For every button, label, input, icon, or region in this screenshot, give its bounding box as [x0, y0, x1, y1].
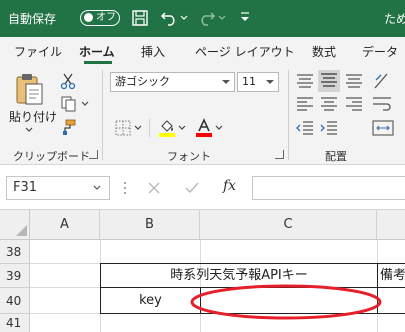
column-headers: A B C — [0, 210, 405, 240]
divider — [149, 119, 150, 137]
fill-color-dropdown-icon[interactable] — [178, 125, 186, 131]
undo-dropdown-icon[interactable] — [180, 15, 188, 21]
autosave-label: 自動保存 — [8, 12, 57, 26]
undo-icon[interactable] — [160, 9, 178, 27]
autosave-toggle[interactable]: オフ — [80, 10, 120, 26]
clipboard-group: 貼り付け クリップボード — [0, 64, 102, 164]
tab-file[interactable]: ファイル — [14, 43, 62, 60]
column-header-b[interactable]: B — [100, 210, 200, 239]
alignment-group: 配置 — [289, 64, 405, 164]
font-group: 游ゴシック 11 フォント — [103, 64, 287, 164]
select-all-icon — [16, 225, 27, 236]
toggle-knob — [84, 13, 93, 22]
fill-color-icon[interactable] — [158, 118, 176, 138]
autosave-state: オフ — [96, 12, 116, 23]
font-color-dropdown-icon[interactable] — [215, 125, 223, 131]
font-size-combo[interactable]: 11 — [237, 72, 279, 92]
align-middle-icon[interactable] — [318, 70, 340, 92]
align-center-icon[interactable] — [319, 95, 339, 113]
font-name-combo[interactable]: 游ゴシック — [110, 72, 235, 92]
row-header-41[interactable]: 41 — [0, 314, 30, 332]
tab-home[interactable]: ホーム — [79, 43, 115, 60]
tab-data[interactable]: データ — [362, 43, 398, 60]
align-top-icon[interactable] — [295, 72, 315, 90]
column-header-c[interactable]: C — [200, 210, 377, 239]
font-group-label: フォント — [167, 150, 211, 163]
name-box-dropdown-icon[interactable] — [93, 185, 101, 191]
font-name-dropdown-icon[interactable] — [222, 80, 230, 84]
borders-icon[interactable] — [115, 120, 131, 136]
align-right-icon[interactable] — [344, 95, 364, 113]
redo-icon[interactable] — [198, 9, 216, 27]
tab-formulas[interactable]: 数式 — [312, 43, 336, 60]
quick-access-menu-icon[interactable] — [240, 11, 250, 23]
formula-bar: F31 fx — [0, 165, 405, 210]
annotation-ellipse — [190, 284, 382, 320]
clipboard-dialog-launcher[interactable] — [89, 150, 98, 159]
merge-center-icon[interactable] — [371, 118, 395, 138]
copy-icon[interactable] — [60, 95, 78, 113]
cancel-entry-icon[interactable] — [147, 181, 161, 195]
cut-icon[interactable] — [60, 72, 76, 90]
wrap-text-icon[interactable] — [371, 94, 395, 114]
clipboard-group-label: クリップボード — [13, 150, 90, 163]
font-size-value: 11 — [242, 75, 256, 88]
align-bottom-icon[interactable] — [344, 72, 364, 90]
tab-page-layout[interactable]: ページ レイアウト — [195, 43, 295, 60]
borders-dropdown-icon[interactable] — [134, 125, 142, 131]
format-painter-icon[interactable] — [59, 118, 77, 136]
align-left-icon[interactable] — [295, 95, 315, 113]
font-size-dropdown-icon[interactable] — [266, 80, 274, 84]
row-header-40[interactable]: 40 — [0, 288, 30, 314]
text-orientation-icon[interactable] — [371, 70, 395, 92]
row-header-39[interactable]: 39 — [0, 264, 30, 288]
insert-function-icon[interactable]: fx — [223, 178, 236, 194]
copy-dropdown-icon[interactable] — [81, 101, 89, 107]
font-name-value: 游ゴシック — [115, 75, 170, 88]
font-color-icon[interactable] — [195, 118, 213, 138]
row-header-38[interactable]: 38 — [0, 240, 30, 264]
paste-button-label[interactable]: 貼り付け — [9, 108, 57, 125]
formula-input[interactable] — [252, 176, 405, 200]
redo-dropdown-icon[interactable] — [218, 15, 226, 21]
column-header-a[interactable]: A — [30, 210, 100, 239]
decrease-indent-icon[interactable] — [295, 119, 315, 137]
font-dialog-launcher[interactable] — [275, 150, 284, 159]
formula-bar-grip-icon[interactable] — [123, 179, 127, 197]
save-icon[interactable] — [131, 9, 149, 27]
increase-indent-icon[interactable] — [319, 119, 339, 137]
paste-dropdown-icon[interactable] — [25, 127, 33, 133]
select-all-corner[interactable] — [0, 210, 30, 239]
font-style-row-icon — [115, 100, 215, 116]
file-name: ため池 — [384, 12, 405, 26]
ribbon: 貼り付け クリップボード 游ゴシック 11 フォント 配置 — [0, 64, 405, 165]
alignment-group-label: 配置 — [325, 150, 347, 163]
tab-insert[interactable]: 挿入 — [141, 43, 165, 60]
column-header-d[interactable] — [377, 210, 405, 239]
title-bar: 自動保存 オフ ため池 — [0, 0, 405, 37]
confirm-entry-icon[interactable] — [184, 181, 200, 195]
ribbon-tabs: ファイル ホーム 挿入 ページ レイアウト 数式 データ — [0, 37, 405, 64]
paste-icon[interactable] — [14, 72, 44, 106]
